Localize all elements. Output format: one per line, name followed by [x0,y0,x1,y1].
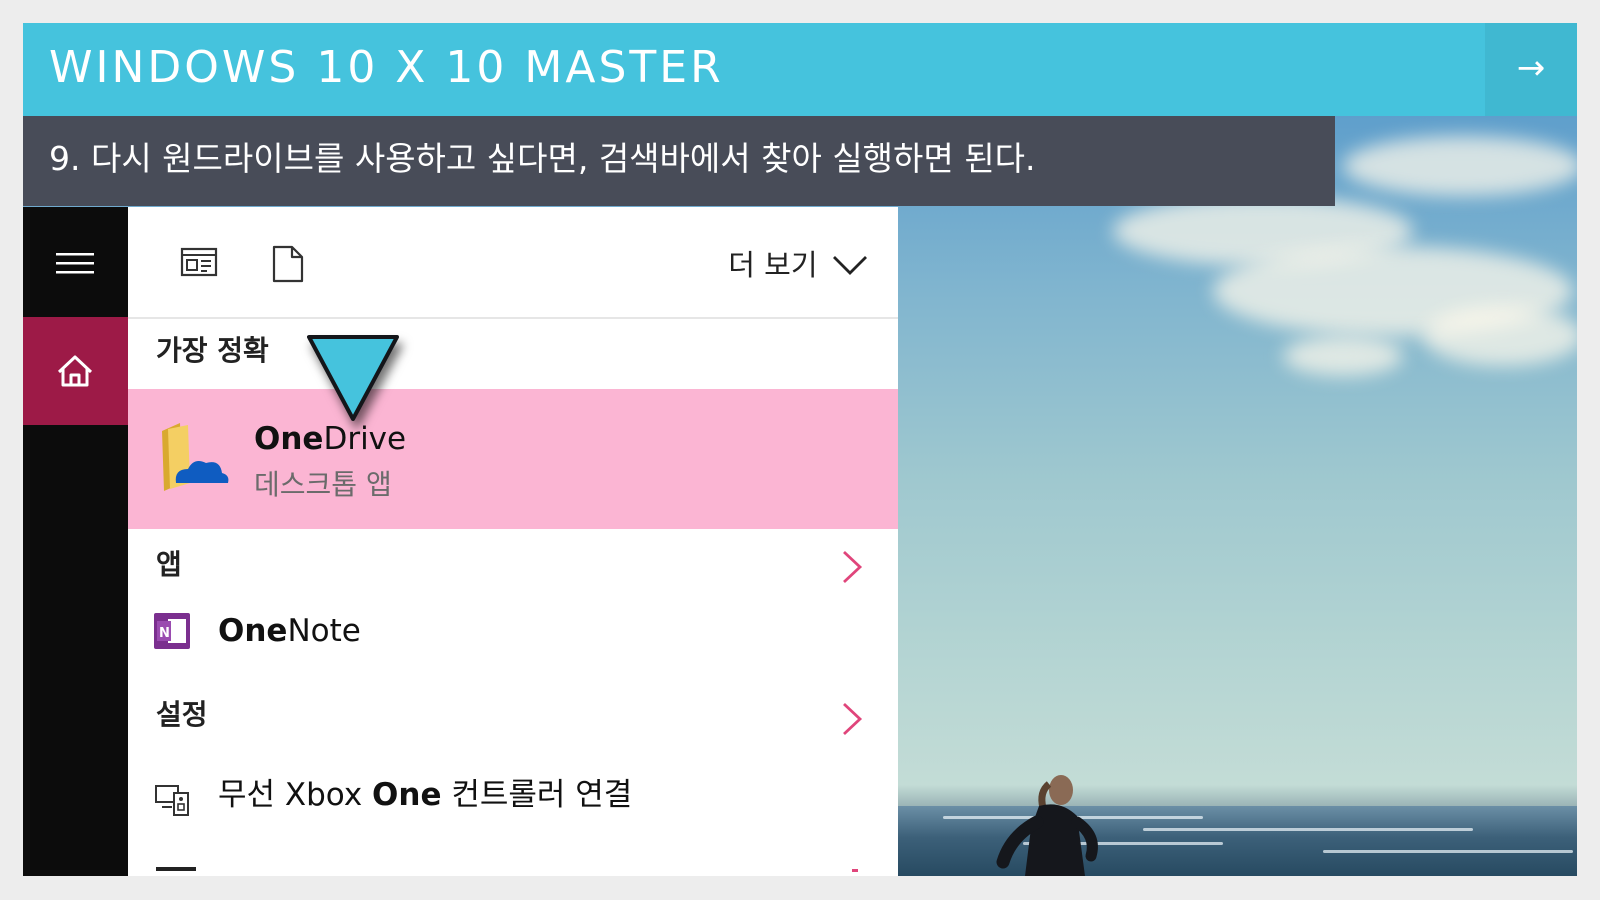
wave [1143,828,1473,831]
best-match-subtitle: 데스크톱 앱 [254,468,392,501]
best-match-result-onedrive[interactable]: OneDrive 데스크톱 앱 [128,389,898,529]
app-result-onenote[interactable]: N OneNote [128,601,898,665]
next-section-header-clipped [156,867,196,871]
step-caption: 9. 다시 원드라이브를 사용하고 싶다면, 검색바에서 찾아 실행하면 된다. [23,116,1335,206]
search-toolbar: 더 보기 [128,207,898,319]
document-icon[interactable] [272,245,304,283]
onenote-icon: N [154,613,190,649]
hamburger-menu-button[interactable] [23,207,128,317]
home-button[interactable] [23,317,128,425]
settings-section-header: 설정 [156,698,208,731]
devices-icon [155,785,189,816]
cloud [1423,306,1577,366]
more-filters-label: 더 보기 [728,248,818,282]
apps-more-chevron-icon[interactable] [840,549,864,585]
onedrive-folder-icon [162,423,229,491]
xbox-controller-label: 무선 Xbox One 컨트롤러 연결 [218,777,633,813]
more-filters-button[interactable]: 더 보기 [728,245,868,285]
onenote-label: OneNote [218,613,361,649]
settings-more-chevron-icon[interactable] [840,701,864,737]
next-chevron-clipped [852,869,858,872]
pointer-triangle-icon [307,335,399,421]
slide-header: WINDOWS 10 X 10 MASTER → [23,23,1577,116]
home-icon [57,355,93,387]
next-slide-button[interactable]: → [1485,23,1577,116]
web-preview-icon[interactable] [180,245,218,279]
apps-section-header: 앱 [156,548,182,581]
cloud [1283,336,1403,376]
best-match-header: 가장 정확 [156,334,269,367]
hamburger-icon [56,253,94,274]
cloud [1343,136,1577,196]
slide-title: WINDOWS 10 X 10 MASTER [49,42,724,93]
arrow-right-icon: → [1516,48,1546,88]
step-caption-text: 9. 다시 원드라이브를 사용하고 싶다면, 검색바에서 찾아 실행하면 된다. [49,139,1036,178]
svg-text:N: N [159,626,170,641]
search-results-panel: 더 보기 가장 정확 OneDrive 데스크톱 앱 앱 N OneNote 설… [128,207,898,876]
settings-result-xbox-controller[interactable]: 무선 Xbox One 컨트롤러 연결 [128,767,898,831]
start-rail [23,207,128,876]
chevron-down-icon [833,256,867,275]
slide-frame: WINDOWS 10 X 10 MASTER → 9. 다시 원드라이브를 사용… [23,23,1577,876]
wave [1323,850,1573,853]
runner-silhouette [996,775,1098,876]
best-match-name: OneDrive [254,421,407,457]
